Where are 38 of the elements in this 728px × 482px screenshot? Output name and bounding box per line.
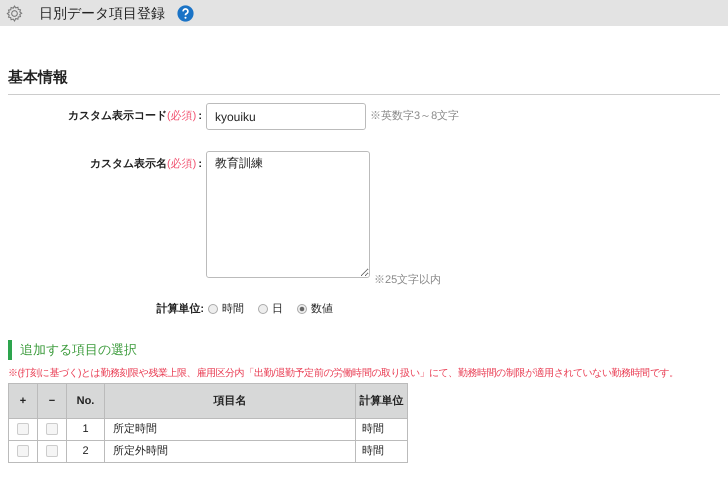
subsection-title: 追加する項目の選択 — [20, 341, 137, 360]
code-input-field[interactable]: kyouiku — [206, 103, 366, 130]
table-cell: 所定時間 — [104, 418, 356, 440]
field-label: 計算単位: — [155, 302, 205, 317]
radio-label[interactable]: 時間 — [222, 300, 244, 318]
radio-button[interactable] — [208, 304, 218, 314]
table-cell: 所定外時間 — [104, 440, 356, 462]
column-header: − — [38, 384, 66, 418]
gear-icon[interactable] — [6, 4, 23, 22]
column-header: 計算単位 — [356, 384, 408, 418]
page-title: 日別データ項目登録 — [39, 4, 165, 22]
note-text: ※(打刻に基づく)とは勤務刻限や残業上限、雇用区分内「出勤/退勤予定前の労働時間の取り扱い」にて、勤務時間の制限が適用されていない勤務時間です。 — [8, 366, 680, 381]
row-checkbox[interactable] — [17, 423, 29, 436]
name-text-area[interactable]: 教育訓練 — [206, 151, 370, 278]
radio-label[interactable]: 日 — [272, 300, 283, 318]
table-cell: 時間 — [356, 418, 408, 440]
table-cell: 2 — [66, 440, 104, 462]
radio-label[interactable]: 数値 — [311, 300, 333, 318]
table-cell: 時間 — [356, 440, 408, 462]
help-icon[interactable] — [177, 4, 194, 22]
row-checkbox[interactable] — [46, 423, 58, 436]
field-hint: ※25文字以内 — [374, 272, 442, 288]
section-title: 基本情報 — [8, 69, 68, 86]
row-checkbox[interactable] — [17, 445, 29, 458]
radio-button[interactable] — [258, 304, 268, 314]
field-label: カスタム表示コード — [68, 108, 167, 124]
required-mark: (必須) — [167, 156, 196, 172]
label-colon: : — [198, 157, 202, 172]
field-hint: ※英数字3～8文字 — [370, 108, 460, 124]
radio-button[interactable] — [297, 304, 307, 314]
column-header: No. — [66, 384, 104, 418]
required-mark: (必須) — [167, 108, 196, 124]
field-label: カスタム表示名 — [90, 156, 167, 172]
column-header: + — [8, 384, 38, 418]
column-header: 項目名 — [104, 384, 356, 418]
table-cell: 1 — [66, 418, 104, 440]
label-colon: : — [198, 109, 202, 124]
row-checkbox[interactable] — [46, 445, 58, 458]
